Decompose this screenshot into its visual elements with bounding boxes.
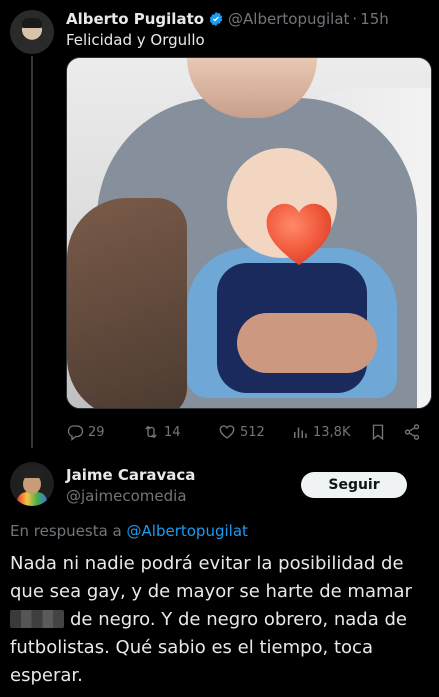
share-icon <box>404 424 420 440</box>
like-count: 512 <box>240 424 265 440</box>
retweet-count: 14 <box>164 424 181 440</box>
avatar[interactable] <box>10 10 54 54</box>
reply-text-part2: de negro. Y de negro obrero, nada de fut… <box>10 609 407 686</box>
heart-icon <box>219 425 235 439</box>
views-button[interactable]: 13,8K <box>291 420 350 444</box>
reply-icon <box>67 425 84 441</box>
in-reply-to: En respuesta a @Albertopugilat <box>10 522 248 540</box>
verified-badge-icon <box>209 12 223 26</box>
reply-author-handle[interactable]: @jaimecomedia <box>66 487 195 505</box>
tweet-header: Alberto Pugilato @Albertopugilat · 15h <box>66 8 389 30</box>
thread-connector <box>31 56 33 448</box>
photo-hand <box>237 313 377 373</box>
views-chart-icon <box>294 427 307 438</box>
tweet-photo[interactable] <box>66 57 432 409</box>
reply-author-name[interactable]: Jaime Caravaca <box>66 466 195 484</box>
author-handle[interactable]: @Albertopugilat <box>228 10 349 28</box>
retweet-button[interactable]: 14 <box>142 420 181 444</box>
reply-text: Nada ni nadie podrá evitar la posibilida… <box>10 550 430 690</box>
views-count: 13,8K <box>313 424 351 440</box>
avatar-cap <box>22 18 42 28</box>
reply-header: Jaime Caravaca @jaimecomedia <box>66 466 195 505</box>
reply-avatar[interactable] <box>10 462 54 506</box>
share-button[interactable] <box>403 420 425 444</box>
bookmark-button[interactable] <box>369 420 391 444</box>
avatar-shirt <box>17 492 47 506</box>
retweet-icon <box>145 425 157 439</box>
reply-count: 29 <box>88 424 105 440</box>
follow-button[interactable]: Seguir <box>301 472 407 498</box>
tweet-text: Felicidad y Orgullo <box>66 31 205 49</box>
like-button[interactable]: 512 <box>218 420 265 444</box>
reply-button[interactable]: 29 <box>66 420 105 444</box>
in-reply-mention[interactable]: @Albertopugilat <box>127 522 248 540</box>
reply-text-part1: Nada ni nadie podrá evitar la posibilida… <box>10 553 412 602</box>
tweet-actions: 29 14 512 13,8K <box>66 420 426 444</box>
author-name[interactable]: Alberto Pugilato <box>66 10 204 28</box>
heart-emoji-icon <box>266 203 332 266</box>
separator: · <box>352 10 358 28</box>
avatar-hair <box>20 468 44 478</box>
censored-word-blur <box>10 610 64 628</box>
in-reply-prefix: En respuesta a <box>10 522 122 540</box>
timestamp[interactable]: 15h <box>360 10 389 28</box>
bookmark-icon <box>372 424 384 441</box>
photo-tattooed-arm <box>67 198 187 408</box>
